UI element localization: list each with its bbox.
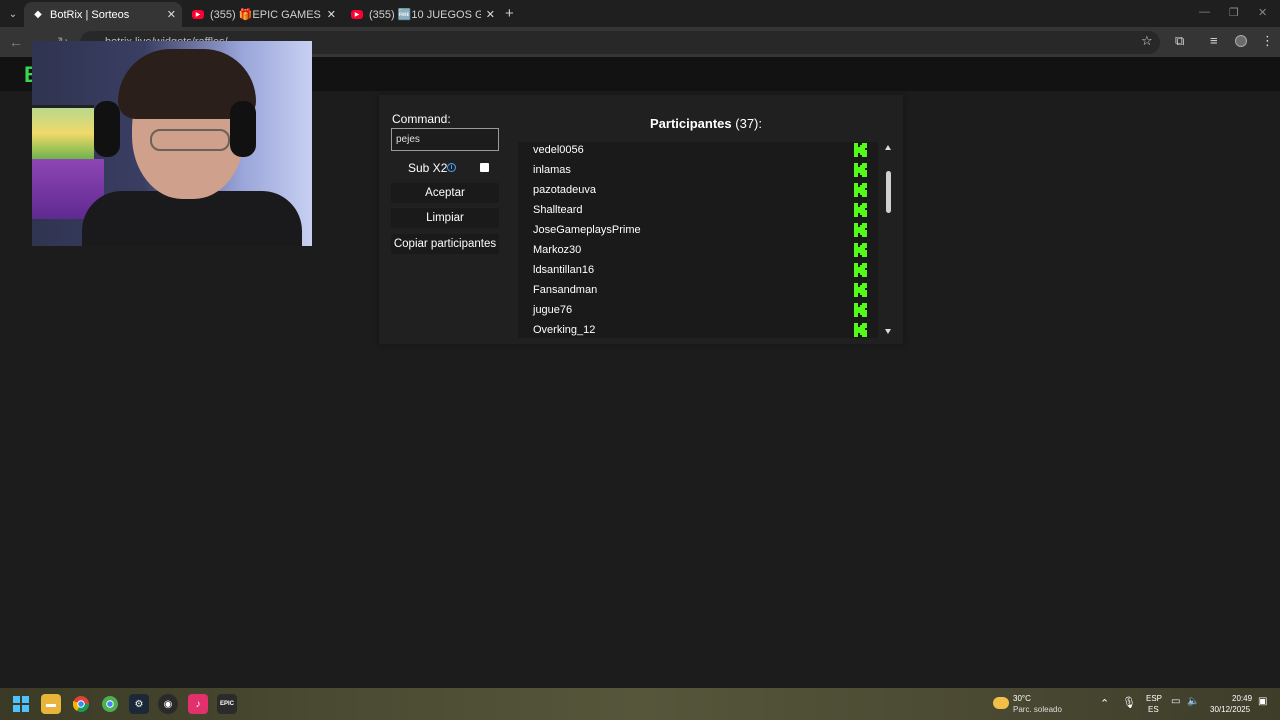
chrome-icon[interactable] — [71, 694, 91, 714]
headphone-icon — [230, 101, 256, 157]
command-label: Command: — [392, 112, 451, 126]
restore-icon[interactable]: ❐ — [1229, 6, 1239, 19]
participant-name: inlamas — [533, 164, 571, 176]
close-icon[interactable]: ✕ — [327, 8, 336, 21]
profile-avatar[interactable] — [1235, 35, 1247, 47]
kick-icon — [854, 303, 867, 317]
close-icon[interactable]: ✕ — [486, 8, 495, 21]
back-icon[interactable]: ← — [9, 34, 23, 50]
accept-button[interactable]: Aceptar — [391, 183, 499, 203]
participant-row: inlamas — [518, 162, 878, 182]
participants-count: (37): — [735, 116, 762, 131]
tab-botrix[interactable]: ◆ BotRix | Sorteos ✕ — [24, 2, 182, 27]
obs-icon[interactable]: ◉ — [158, 694, 178, 714]
webcam-glasses — [150, 129, 230, 151]
minimize-icon[interactable]: — — [1199, 6, 1210, 18]
participant-name: Markoz30 — [533, 244, 582, 256]
copy-participants-button[interactable]: Copiar participantes — [391, 234, 499, 254]
bookmark-star-icon[interactable]: ☆ — [1141, 33, 1153, 49]
new-tab-button[interactable]: + — [505, 5, 514, 22]
headphone-icon — [94, 101, 120, 157]
weather-description: Parc. soleado — [1013, 705, 1062, 714]
participant-name: ldsantillan16 — [533, 264, 595, 276]
windows-taskbar: ▬ ⚙ ◉ ♪ EPIC 30°C Parc. soleado ⌃ 🎙 ESP … — [0, 688, 1280, 720]
participant-row: ldsantillan16 — [518, 262, 878, 282]
participant-row: JoseGameplaysPrime — [518, 222, 878, 242]
file-explorer-icon[interactable]: ▬ — [41, 694, 61, 714]
weather-icon — [993, 697, 1009, 709]
network-icon[interactable]: ▭ — [1171, 696, 1180, 707]
volume-icon[interactable]: 🔈 — [1187, 696, 1199, 707]
scroll-up-arrow-icon[interactable] — [885, 145, 891, 150]
epic-games-icon[interactable]: EPIC — [217, 694, 237, 714]
youtube-icon: ▶ — [192, 10, 204, 19]
participant-row: Markoz30 — [518, 242, 878, 262]
clear-button[interactable]: Limpiar — [391, 208, 499, 228]
clock-date[interactable]: 30/12/2025 — [1210, 705, 1250, 714]
participant-row: Shallteard — [518, 202, 878, 222]
tab-title: (355) 🆓10 JUEGOS GRATIS PA — [369, 9, 481, 21]
participants-scrollbar[interactable] — [881, 142, 897, 338]
steam-icon[interactable]: ⚙ — [129, 694, 149, 714]
participants-title-text: Participantes — [649, 116, 732, 131]
participant-row: pazotadeuva — [518, 182, 878, 202]
kick-icon — [854, 243, 867, 257]
menu-icon[interactable]: ⋮ — [1261, 33, 1274, 49]
participant-name: vedel0056 — [533, 144, 584, 156]
command-input[interactable] — [391, 128, 499, 151]
notifications-icon[interactable]: ▣ — [1258, 696, 1267, 707]
participant-row: jugue76 — [518, 302, 878, 322]
tab-youtube-1[interactable]: ▶ (355) 🎁EPIC GAMES SE VOLVI ✕ — [184, 2, 342, 27]
info-icon[interactable]: i — [447, 163, 456, 172]
weather-temp: 30°C — [1013, 694, 1031, 703]
chevron-up-icon[interactable]: ⌃ — [1100, 697, 1109, 710]
browser-tab-bar: ⌄ ◆ BotRix | Sorteos ✕ ▶ (355) 🎁EPIC GAM… — [0, 0, 1280, 27]
participants-title: Participantes (37): — [530, 116, 882, 131]
scroll-thumb[interactable] — [886, 171, 891, 213]
media-control-icon[interactable]: ≡ — [1210, 33, 1218, 48]
participant-name: JoseGameplaysPrime — [533, 224, 641, 236]
kick-icon — [854, 163, 867, 177]
kick-icon — [854, 143, 867, 157]
kick-icon — [854, 323, 867, 337]
webcam-background-window — [32, 105, 94, 159]
sub-x2-label: Sub X2 — [408, 161, 448, 175]
windows-start-icon[interactable] — [11, 694, 31, 714]
participant-name: Fansandman — [533, 284, 598, 296]
kick-icon — [854, 203, 867, 217]
kick-icon — [854, 263, 867, 277]
chrome-profile-icon[interactable] — [100, 694, 120, 714]
window-close-icon[interactable]: ✕ — [1258, 6, 1267, 19]
tab-title: (355) 🎁EPIC GAMES SE VOLVI — [210, 9, 322, 21]
kick-icon — [854, 223, 867, 237]
participant-name: jugue76 — [533, 304, 573, 316]
tab-youtube-2[interactable]: ▶ (355) 🆓10 JUEGOS GRATIS PA ✕ — [343, 2, 501, 27]
scroll-down-arrow-icon[interactable] — [885, 329, 891, 334]
webcam-person-body — [82, 191, 302, 246]
kick-icon — [854, 183, 867, 197]
microphone-icon[interactable]: 🎙 — [1122, 696, 1136, 709]
tab-title: BotRix | Sorteos — [50, 8, 130, 21]
tiktok-icon[interactable]: ♪ — [188, 694, 208, 714]
clock-time[interactable]: 20:49 — [1232, 694, 1252, 703]
participant-name: pazotadeuva — [533, 184, 596, 196]
participant-name: Overking_12 — [533, 324, 596, 336]
participant-row: Fansandman — [518, 282, 878, 302]
tab-search-button[interactable]: ⌄ — [4, 5, 22, 23]
extensions-icon[interactable]: ⧉ — [1175, 33, 1184, 49]
language-code[interactable]: ESP — [1146, 694, 1162, 703]
participant-row: Overking_12 — [518, 322, 878, 338]
language-region[interactable]: ES — [1148, 705, 1159, 714]
kick-icon — [854, 283, 867, 297]
participants-list[interactable]: vedel0056 inlamas pazotadeuva Shallteard Jos… — [518, 142, 878, 338]
sub-x2-row: Sub X2 i — [391, 159, 499, 177]
youtube-icon: ▶ — [351, 10, 363, 19]
sub-x2-checkbox[interactable] — [480, 163, 489, 172]
close-icon[interactable]: ✕ — [167, 8, 176, 21]
participant-row: vedel0056 — [518, 142, 878, 162]
botrix-favicon-icon: ◆ — [34, 9, 42, 20]
participant-name: Shallteard — [533, 204, 583, 216]
webcam-overlay — [32, 41, 312, 246]
